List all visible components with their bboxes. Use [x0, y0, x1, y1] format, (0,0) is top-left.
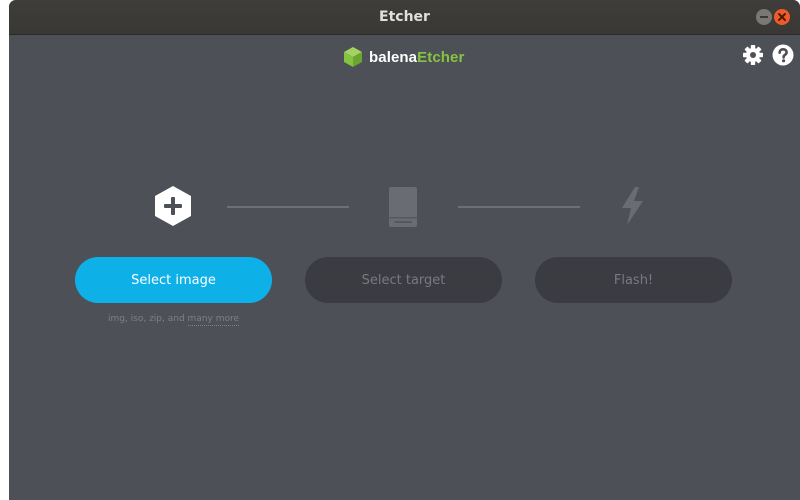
- step-target-icon: [384, 185, 422, 231]
- help-button[interactable]: [772, 44, 794, 66]
- flash-icon: [622, 187, 643, 225]
- gear-icon: [743, 45, 763, 65]
- minimize-button[interactable]: [756, 9, 772, 25]
- settings-button[interactable]: [742, 44, 764, 66]
- close-icon: [778, 13, 786, 21]
- hint-text: img, iso, zip, and: [107, 314, 185, 324]
- flash-button[interactable]: Flash!: [535, 257, 732, 303]
- select-image-button[interactable]: Select image: [75, 257, 272, 303]
- cube-logo-icon: [344, 47, 362, 67]
- drive-icon: [389, 187, 417, 227]
- step-connector-2: [458, 206, 580, 208]
- logo-text-etcher: Etcher: [417, 48, 465, 66]
- help-icon: [772, 44, 794, 66]
- title-bar[interactable]: Etcher: [9, 0, 800, 35]
- select-target-button[interactable]: Select target: [305, 257, 502, 303]
- many-more-link[interactable]: many more: [187, 314, 240, 326]
- step-image-icon: [154, 185, 192, 231]
- logo-text-balena: balena: [369, 48, 418, 66]
- step-connector-1: [227, 206, 349, 208]
- plus-hexagon-icon: [155, 186, 191, 226]
- supported-formats-hint: img, iso, zip, and many more: [75, 314, 272, 326]
- etcher-window: Etcher balenaEtcher Select image Select …: [9, 0, 800, 500]
- window-title: Etcher: [379, 9, 430, 25]
- logo-text: balenaEtcher: [369, 49, 464, 66]
- close-button[interactable]: [774, 9, 790, 25]
- step-flash-icon: [613, 185, 651, 231]
- balena-etcher-logo: balenaEtcher: [343, 46, 464, 68]
